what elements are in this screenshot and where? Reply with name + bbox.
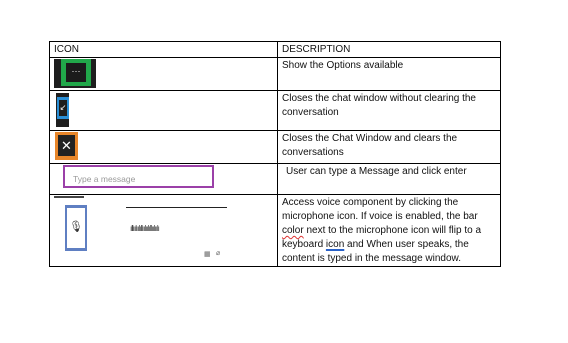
options-icon-frame: ···: [61, 59, 91, 86]
options-icon[interactable]: ···: [66, 63, 86, 82]
description-text: Closes the chat window without clearing …: [282, 93, 476, 118]
table-row: 🎙 ıllıılıılıllıılıılıllıılıılı ▦ ⌀ Acces…: [49, 194, 501, 267]
minimize-icon-frame: ↙: [57, 97, 69, 119]
description-text: Closes the Chat Window and clears the co…: [282, 133, 458, 158]
panel-top-divider: [54, 196, 84, 198]
table-header-row: ICON DESCRIPTION: [49, 41, 501, 58]
close-icon[interactable]: ✕: [58, 135, 75, 156]
close-icon-frame: ✕: [55, 132, 78, 160]
description-cell: Access voice component by clicking the m…: [277, 194, 501, 267]
description-cell: Closes the chat window without clearing …: [277, 90, 501, 131]
voice-panel: 🎙 ıllıılıılıllıılıılıllıılıılı ▦ ⌀: [54, 196, 227, 259]
description-text: Show the Options available: [282, 60, 404, 71]
attachment-icon[interactable]: ⌀: [216, 247, 220, 261]
table-row: ··· Show the Options available: [49, 57, 501, 91]
voice-bar-line: [126, 207, 227, 208]
description-cell: User can type a Message and click enter: [277, 163, 501, 195]
icon-cell: ✕: [49, 130, 278, 164]
header-description: DESCRIPTION: [277, 41, 501, 58]
keyboard-icon[interactable]: ▦: [204, 248, 211, 262]
minimize-icon[interactable]: ↙: [59, 100, 67, 116]
description-part: Access voice component by clicking the m…: [282, 197, 478, 222]
table-row: ✕ Closes the Chat Window and clears the …: [49, 130, 501, 164]
table-row: ↙ Closes the chat window without clearin…: [49, 90, 501, 131]
description-cell: Show the Options available: [277, 57, 501, 91]
header-icon: ICON: [49, 41, 278, 58]
message-input[interactable]: Type a message: [63, 165, 214, 188]
microphone-icon-frame: 🎙: [65, 205, 87, 251]
icon-description-table: ICON DESCRIPTION ··· Show the Options av…: [49, 41, 501, 267]
description-text: Access voice component by clicking the m…: [282, 196, 496, 266]
description-part-icon: icon: [325, 239, 345, 250]
icon-cell: ↙: [49, 90, 278, 131]
microphone-icon[interactable]: 🎙: [67, 208, 85, 248]
table-row: Type a message User can type a Message a…: [49, 163, 501, 195]
waveform-icon: ıllıılıılıllıılıılıllıılıılı: [130, 224, 160, 233]
icon-cell: ···: [49, 57, 278, 91]
message-placeholder: Type a message: [73, 174, 136, 184]
icon-cell: 🎙 ıllıılıılıllıılıılıllıılıılı ▦ ⌀: [49, 194, 278, 267]
description-text: User can type a Message and click enter: [286, 166, 467, 177]
description-cell: Closes the Chat Window and clears the co…: [277, 130, 501, 164]
description-part-color: color: [282, 225, 304, 236]
icon-cell: Type a message: [49, 163, 278, 195]
